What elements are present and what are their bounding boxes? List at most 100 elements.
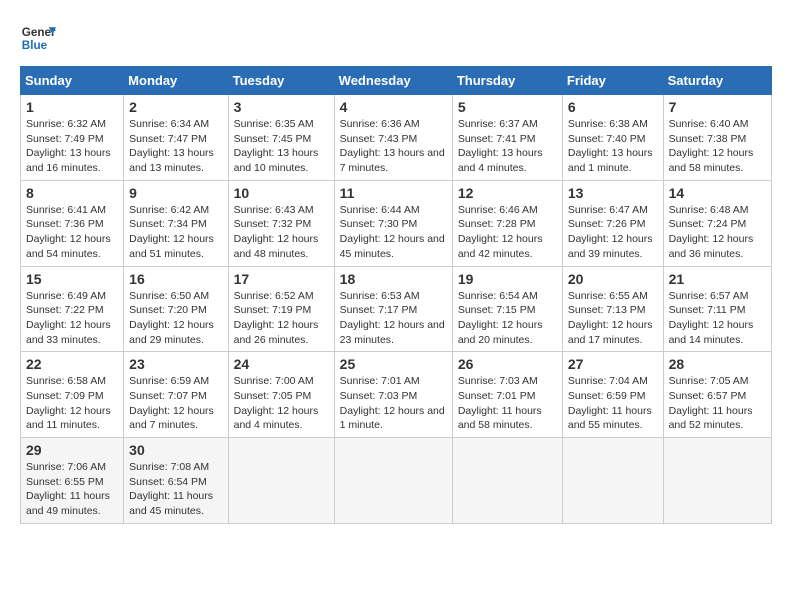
day-info: Sunrise: 6:55 AMSunset: 7:13 PMDaylight:…: [568, 290, 653, 346]
day-number: 19: [458, 271, 557, 287]
calendar-cell: 19 Sunrise: 6:54 AMSunset: 7:15 PMDaylig…: [452, 266, 562, 352]
col-header-saturday: Saturday: [663, 67, 771, 95]
day-number: 13: [568, 185, 658, 201]
calendar-cell: 9 Sunrise: 6:42 AMSunset: 7:34 PMDayligh…: [124, 180, 228, 266]
day-number: 11: [340, 185, 447, 201]
day-number: 29: [26, 442, 118, 458]
day-info: Sunrise: 6:48 AMSunset: 7:24 PMDaylight:…: [669, 204, 754, 260]
calendar-cell: 10 Sunrise: 6:43 AMSunset: 7:32 PMDaylig…: [228, 180, 334, 266]
col-header-friday: Friday: [562, 67, 663, 95]
day-number: 5: [458, 99, 557, 115]
day-info: Sunrise: 6:47 AMSunset: 7:26 PMDaylight:…: [568, 204, 653, 260]
day-info: Sunrise: 7:03 AMSunset: 7:01 PMDaylight:…: [458, 375, 542, 431]
col-header-monday: Monday: [124, 67, 228, 95]
day-info: Sunrise: 6:34 AMSunset: 7:47 PMDaylight:…: [129, 118, 214, 174]
calendar-cell: 6 Sunrise: 6:38 AMSunset: 7:40 PMDayligh…: [562, 95, 663, 181]
day-info: Sunrise: 6:40 AMSunset: 7:38 PMDaylight:…: [669, 118, 754, 174]
day-info: Sunrise: 7:08 AMSunset: 6:54 PMDaylight:…: [129, 461, 213, 517]
day-info: Sunrise: 6:44 AMSunset: 7:30 PMDaylight:…: [340, 204, 445, 260]
day-number: 3: [234, 99, 329, 115]
day-number: 21: [669, 271, 766, 287]
calendar-cell: 21 Sunrise: 6:57 AMSunset: 7:11 PMDaylig…: [663, 266, 771, 352]
calendar-cell: 24 Sunrise: 7:00 AMSunset: 7:05 PMDaylig…: [228, 352, 334, 438]
day-number: 12: [458, 185, 557, 201]
calendar-cell: 22 Sunrise: 6:58 AMSunset: 7:09 PMDaylig…: [21, 352, 124, 438]
logo: General Blue: [20, 20, 56, 56]
week-row-5: 29 Sunrise: 7:06 AMSunset: 6:55 PMDaylig…: [21, 438, 772, 524]
day-number: 4: [340, 99, 447, 115]
calendar-cell: [663, 438, 771, 524]
day-info: Sunrise: 6:41 AMSunset: 7:36 PMDaylight:…: [26, 204, 111, 260]
calendar-cell: 23 Sunrise: 6:59 AMSunset: 7:07 PMDaylig…: [124, 352, 228, 438]
calendar-cell: [228, 438, 334, 524]
calendar-cell: 30 Sunrise: 7:08 AMSunset: 6:54 PMDaylig…: [124, 438, 228, 524]
calendar-cell: 18 Sunrise: 6:53 AMSunset: 7:17 PMDaylig…: [334, 266, 452, 352]
calendar-cell: 7 Sunrise: 6:40 AMSunset: 7:38 PMDayligh…: [663, 95, 771, 181]
day-info: Sunrise: 7:04 AMSunset: 6:59 PMDaylight:…: [568, 375, 652, 431]
calendar-table: SundayMondayTuesdayWednesdayThursdayFrid…: [20, 66, 772, 524]
calendar-cell: 14 Sunrise: 6:48 AMSunset: 7:24 PMDaylig…: [663, 180, 771, 266]
day-info: Sunrise: 6:42 AMSunset: 7:34 PMDaylight:…: [129, 204, 214, 260]
calendar-cell: 8 Sunrise: 6:41 AMSunset: 7:36 PMDayligh…: [21, 180, 124, 266]
calendar-cell: 2 Sunrise: 6:34 AMSunset: 7:47 PMDayligh…: [124, 95, 228, 181]
calendar-cell: 1 Sunrise: 6:32 AMSunset: 7:49 PMDayligh…: [21, 95, 124, 181]
calendar-cell: 12 Sunrise: 6:46 AMSunset: 7:28 PMDaylig…: [452, 180, 562, 266]
day-number: 30: [129, 442, 222, 458]
calendar-cell: 5 Sunrise: 6:37 AMSunset: 7:41 PMDayligh…: [452, 95, 562, 181]
day-number: 2: [129, 99, 222, 115]
day-number: 6: [568, 99, 658, 115]
calendar-cell: 15 Sunrise: 6:49 AMSunset: 7:22 PMDaylig…: [21, 266, 124, 352]
day-info: Sunrise: 6:52 AMSunset: 7:19 PMDaylight:…: [234, 290, 319, 346]
day-info: Sunrise: 6:36 AMSunset: 7:43 PMDaylight:…: [340, 118, 445, 174]
day-info: Sunrise: 6:43 AMSunset: 7:32 PMDaylight:…: [234, 204, 319, 260]
day-info: Sunrise: 6:54 AMSunset: 7:15 PMDaylight:…: [458, 290, 543, 346]
week-row-2: 8 Sunrise: 6:41 AMSunset: 7:36 PMDayligh…: [21, 180, 772, 266]
day-number: 28: [669, 356, 766, 372]
day-number: 16: [129, 271, 222, 287]
day-number: 1: [26, 99, 118, 115]
day-info: Sunrise: 7:05 AMSunset: 6:57 PMDaylight:…: [669, 375, 753, 431]
day-info: Sunrise: 6:49 AMSunset: 7:22 PMDaylight:…: [26, 290, 111, 346]
day-number: 24: [234, 356, 329, 372]
calendar-cell: [562, 438, 663, 524]
day-number: 15: [26, 271, 118, 287]
day-number: 26: [458, 356, 557, 372]
day-number: 9: [129, 185, 222, 201]
calendar-cell: 3 Sunrise: 6:35 AMSunset: 7:45 PMDayligh…: [228, 95, 334, 181]
calendar-cell: 20 Sunrise: 6:55 AMSunset: 7:13 PMDaylig…: [562, 266, 663, 352]
calendar-cell: 17 Sunrise: 6:52 AMSunset: 7:19 PMDaylig…: [228, 266, 334, 352]
day-number: 22: [26, 356, 118, 372]
day-number: 8: [26, 185, 118, 201]
col-header-tuesday: Tuesday: [228, 67, 334, 95]
day-info: Sunrise: 7:06 AMSunset: 6:55 PMDaylight:…: [26, 461, 110, 517]
day-info: Sunrise: 6:59 AMSunset: 7:07 PMDaylight:…: [129, 375, 214, 431]
day-info: Sunrise: 6:57 AMSunset: 7:11 PMDaylight:…: [669, 290, 754, 346]
week-row-4: 22 Sunrise: 6:58 AMSunset: 7:09 PMDaylig…: [21, 352, 772, 438]
col-header-sunday: Sunday: [21, 67, 124, 95]
calendar-cell: 26 Sunrise: 7:03 AMSunset: 7:01 PMDaylig…: [452, 352, 562, 438]
col-header-wednesday: Wednesday: [334, 67, 452, 95]
calendar-cell: 11 Sunrise: 6:44 AMSunset: 7:30 PMDaylig…: [334, 180, 452, 266]
day-info: Sunrise: 6:58 AMSunset: 7:09 PMDaylight:…: [26, 375, 111, 431]
calendar-cell: 29 Sunrise: 7:06 AMSunset: 6:55 PMDaylig…: [21, 438, 124, 524]
day-number: 20: [568, 271, 658, 287]
calendar-cell: 25 Sunrise: 7:01 AMSunset: 7:03 PMDaylig…: [334, 352, 452, 438]
day-info: Sunrise: 6:53 AMSunset: 7:17 PMDaylight:…: [340, 290, 445, 346]
day-number: 17: [234, 271, 329, 287]
calendar-cell: 27 Sunrise: 7:04 AMSunset: 6:59 PMDaylig…: [562, 352, 663, 438]
day-number: 18: [340, 271, 447, 287]
col-header-thursday: Thursday: [452, 67, 562, 95]
calendar-cell: [334, 438, 452, 524]
calendar-cell: [452, 438, 562, 524]
calendar-cell: 28 Sunrise: 7:05 AMSunset: 6:57 PMDaylig…: [663, 352, 771, 438]
calendar-cell: 13 Sunrise: 6:47 AMSunset: 7:26 PMDaylig…: [562, 180, 663, 266]
day-number: 25: [340, 356, 447, 372]
day-info: Sunrise: 6:50 AMSunset: 7:20 PMDaylight:…: [129, 290, 214, 346]
day-info: Sunrise: 6:37 AMSunset: 7:41 PMDaylight:…: [458, 118, 543, 174]
day-info: Sunrise: 6:35 AMSunset: 7:45 PMDaylight:…: [234, 118, 319, 174]
day-number: 23: [129, 356, 222, 372]
day-number: 10: [234, 185, 329, 201]
week-row-3: 15 Sunrise: 6:49 AMSunset: 7:22 PMDaylig…: [21, 266, 772, 352]
day-number: 7: [669, 99, 766, 115]
calendar-cell: 16 Sunrise: 6:50 AMSunset: 7:20 PMDaylig…: [124, 266, 228, 352]
